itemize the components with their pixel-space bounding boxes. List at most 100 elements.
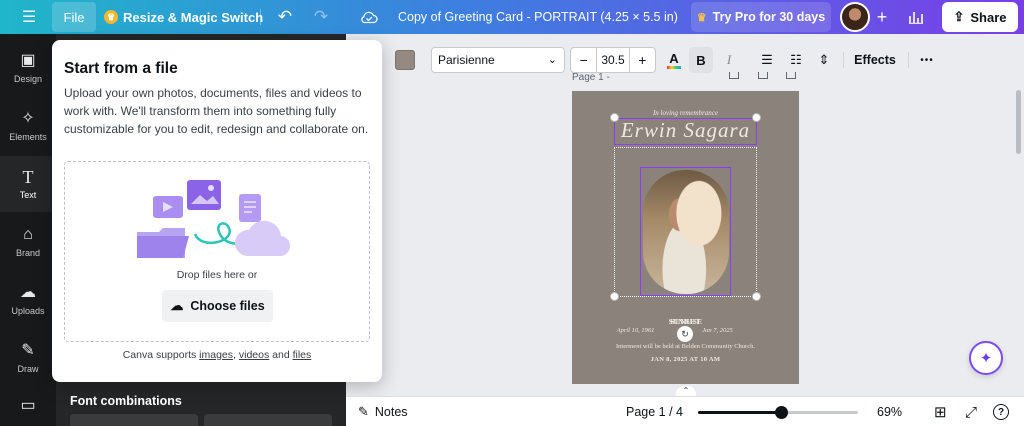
resize-handle[interactable] — [752, 292, 761, 301]
effects-button[interactable]: Effects — [850, 47, 900, 73]
rail-label: Elements — [9, 132, 47, 142]
file-dropzone[interactable]: Drop files here or ☁ Choose files — [64, 161, 370, 342]
sunset-date[interactable]: Jan 7, 2025 — [604, 327, 831, 334]
resize-handle[interactable] — [752, 113, 761, 122]
rail-item-brand[interactable]: ⌂ Brand — [0, 214, 56, 270]
funeral-date-text[interactable]: JAN 8, 2025 AT 10 AM — [572, 356, 799, 363]
zoom-slider-fill — [698, 411, 782, 414]
chevron-up-icon: ⌃ — [682, 386, 690, 395]
elements-icon: ✧ — [21, 110, 35, 127]
rotate-icon[interactable]: ↻ — [677, 326, 693, 342]
menu-icon[interactable]: ☰ — [14, 0, 44, 34]
share-label: Share — [970, 9, 1007, 25]
greeting-card-page[interactable]: In loving remembrance Erwin Sagara SUNRI… — [572, 91, 799, 384]
divider — [843, 52, 844, 68]
more-options-button[interactable]: ••• — [914, 47, 940, 73]
decrease-size-button[interactable]: − — [571, 52, 596, 68]
expand-pages-button[interactable]: ⌃ — [676, 386, 696, 396]
resize-magic-switch-button[interactable]: ♛ Resize & Magic Switch — [104, 0, 263, 34]
pen-icon: ✎ — [21, 342, 35, 359]
text-selection-box — [614, 118, 757, 145]
sunset-label[interactable]: SUNSET — [572, 318, 799, 326]
analytics-icon[interactable] — [902, 0, 930, 34]
remembrance-text[interactable]: In loving remembrance — [572, 109, 799, 117]
share-icon: ⇪ — [953, 9, 965, 24]
divider — [908, 52, 909, 68]
file-menu-button[interactable]: File — [52, 2, 96, 32]
font-family-value: Parisienne — [438, 53, 495, 67]
cloud-upload-icon: ☁ — [170, 298, 184, 313]
rail-item-draw[interactable]: ✎ Draw — [0, 330, 56, 386]
page-label: Page 1 - — [572, 72, 610, 83]
font-combination-card[interactable] — [204, 414, 332, 426]
add-collaborator-icon[interactable]: + — [872, 0, 892, 34]
start-from-file-popup: Start from a file Upload your own photos… — [52, 40, 382, 382]
spacing-icon[interactable]: ⇕ — [812, 47, 836, 73]
rail-label: Draw — [17, 364, 39, 374]
page-indicator[interactable]: Page 1 / 4 — [626, 397, 683, 426]
drop-files-text: Drop files here or — [176, 269, 258, 281]
font-combinations-heading: Font combinations — [70, 394, 182, 408]
files-link[interactable]: files — [293, 349, 312, 361]
try-pro-button[interactable]: ♛ Try Pro for 30 days — [691, 2, 831, 32]
share-button[interactable]: ⇪ Share — [942, 2, 1018, 32]
choose-files-button[interactable]: ☁ Choose files — [162, 290, 273, 322]
magic-assistant-button[interactable]: ✦ — [969, 341, 1003, 375]
help-icon[interactable]: ? — [993, 397, 1009, 426]
font-family-select[interactable]: Parisienne ⌄ — [431, 47, 565, 73]
interment-text[interactable]: Interment will be held at Belden Communi… — [572, 343, 799, 350]
delete-page-icon[interactable] — [786, 72, 796, 79]
grid-view-icon[interactable]: ⊞ — [934, 397, 947, 426]
rail-item-projects[interactable]: ▭ — [0, 380, 56, 426]
divider — [260, 9, 261, 25]
text-toolbar: Parisienne ⌄ − 30.5 + A B I ☰ ☷ ⇕ Effect… — [382, 42, 1024, 76]
list-icon[interactable]: ☷ — [784, 47, 808, 73]
resize-handle[interactable] — [610, 292, 619, 301]
resize-handle[interactable] — [610, 113, 619, 122]
rail-item-design[interactable]: ▣ Design — [0, 40, 56, 96]
crown-icon: ♛ — [696, 11, 707, 24]
fullscreen-icon[interactable]: ⤢ — [965, 397, 977, 426]
videos-link[interactable]: videos — [239, 349, 269, 361]
lock-icon[interactable] — [729, 72, 739, 79]
text-color-swatch[interactable] — [395, 50, 415, 70]
zoom-slider-handle[interactable] — [775, 406, 789, 419]
brand-icon: ⌂ — [23, 226, 33, 243]
undo-icon[interactable]: ↶ — [272, 0, 298, 34]
duplicate-page-icon[interactable] — [758, 72, 768, 79]
cloud-saved-icon[interactable] — [356, 0, 382, 34]
vertical-scrollbar[interactable] — [1016, 90, 1021, 154]
images-link[interactable]: images — [199, 349, 233, 361]
cloud-upload-icon: ☁ — [20, 284, 36, 301]
font-size-input[interactable]: 30.5 — [596, 48, 630, 72]
supported-formats-text: Canva supports images, videos and files — [52, 349, 382, 361]
align-center-icon[interactable]: ☰ — [755, 47, 779, 73]
italic-button[interactable]: I — [719, 47, 739, 73]
resize-label: Resize & Magic Switch — [123, 9, 264, 25]
popup-title: Start from a file — [64, 60, 178, 77]
zoom-level[interactable]: 69% — [877, 397, 902, 426]
portrait-photo[interactable] — [643, 170, 729, 294]
rail-item-text[interactable]: T Text — [0, 156, 56, 212]
rail-item-elements[interactable]: ✧ Elements — [0, 98, 56, 154]
rail-label: Design — [13, 74, 42, 84]
chevron-down-icon: ⌄ — [547, 54, 557, 66]
redo-icon[interactable]: ↷ — [308, 0, 334, 34]
color-bar — [667, 65, 681, 69]
rail-item-uploads[interactable]: ☁ Uploads — [0, 272, 56, 328]
notes-icon: ✎ — [358, 404, 369, 419]
bold-button[interactable]: B — [689, 47, 713, 73]
document-title[interactable]: Copy of Greeting Card - PORTRAIT (4.25 ×… — [398, 0, 678, 34]
rail-label: Brand — [15, 248, 41, 258]
zoom-slider[interactable] — [698, 406, 858, 419]
choose-files-label: Choose files — [190, 299, 265, 313]
font-combination-card[interactable] — [70, 414, 198, 426]
avatar[interactable] — [840, 2, 870, 32]
text-color-button[interactable]: A — [664, 47, 684, 73]
foot-and: and — [269, 349, 293, 361]
left-rail: ▣ Design ✧ Elements T Text ⌂ Brand ☁ Upl… — [0, 34, 56, 426]
sparkle-icon: ✦ — [979, 350, 993, 367]
increase-size-button[interactable]: + — [630, 52, 655, 68]
notes-button[interactable]: ✎ Notes — [358, 397, 408, 426]
crown-icon: ♛ — [104, 10, 118, 24]
